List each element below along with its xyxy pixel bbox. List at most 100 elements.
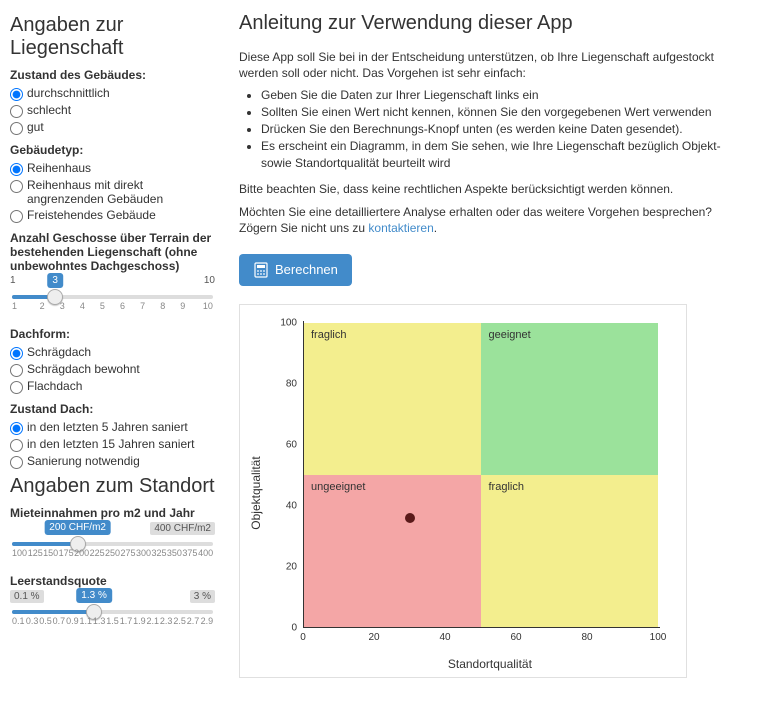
zustand-dach-label: Zustand Dach: — [10, 402, 215, 416]
quadrant-label: ungeeignet — [311, 481, 365, 493]
radio-input[interactable] — [10, 180, 23, 193]
radio-option[interactable]: Sanierung notwendig — [10, 454, 215, 469]
radio-input[interactable] — [10, 210, 23, 223]
y-tick: 80 — [286, 378, 303, 389]
chart-quadrant: fraglich — [303, 323, 481, 476]
radio-option[interactable]: schlecht — [10, 103, 215, 118]
radio-input[interactable] — [10, 381, 23, 394]
quadrant-label: geeignet — [489, 329, 531, 341]
chart-quadrant: fraglich — [481, 475, 659, 628]
sidebar: Angaben zur Liegenschaft Zustand des Geb… — [0, 0, 225, 695]
slider-max-label: 3 % — [190, 590, 215, 603]
radio-label: schlecht — [27, 103, 71, 117]
radio-input[interactable] — [10, 88, 23, 101]
radio-input[interactable] — [10, 439, 23, 452]
radio-label: durchschnittlich — [27, 86, 110, 100]
radio-label: in den letzten 5 Jahren saniert — [27, 420, 188, 434]
slider-min-label: 1 — [10, 275, 16, 286]
radio-label: gut — [27, 120, 44, 134]
geschosse-label: Anzahl Geschosse über Terrain der besteh… — [10, 231, 215, 273]
radio-input[interactable] — [10, 456, 23, 469]
radio-option[interactable]: gut — [10, 120, 215, 135]
radio-option[interactable]: Reihenhaus mit direkt angrenzenden Gebäu… — [10, 178, 215, 206]
radio-input[interactable] — [10, 122, 23, 135]
radio-option[interactable]: Schrägdach bewohnt — [10, 362, 215, 377]
dachform-radiogroup: Schrägdach Schrägdach bewohnt Flachdach — [10, 345, 215, 394]
miete-slider[interactable]: 200 CHF/m2400 CHF/m210012515017520022525… — [10, 524, 215, 566]
slider-max-label: 400 CHF/m2 — [150, 522, 215, 535]
x-axis — [303, 627, 660, 628]
radio-option[interactable]: in den letzten 5 Jahren saniert — [10, 420, 215, 435]
x-tick: 100 — [650, 628, 667, 643]
radio-label: Reihenhaus — [27, 161, 91, 175]
step-item: Es erscheint ein Diagramm, in dem Sie se… — [261, 138, 752, 172]
x-tick: 60 — [510, 628, 521, 643]
quadrant-label: fraglich — [311, 329, 346, 341]
data-point — [405, 513, 415, 523]
slider-max-label: 10 — [204, 275, 215, 286]
typ-radiogroup: Reihenhaus Reihenhaus mit direkt angrenze… — [10, 161, 215, 223]
y-axis-label: Objektqualität — [249, 456, 263, 529]
geschosse-slider[interactable]: 311012345678910 — [10, 277, 215, 319]
zustand-radiogroup: durchschnittlich schlecht gut — [10, 86, 215, 135]
zustand-label: Zustand des Gebäudes: — [10, 68, 215, 82]
radio-option[interactable]: in den letzten 15 Jahren saniert — [10, 437, 215, 452]
berechnen-button[interactable]: Berechnen — [239, 254, 352, 286]
typ-label: Gebäudetyp: — [10, 143, 215, 157]
quadrant-label: fraglich — [489, 481, 524, 493]
x-tick: 40 — [439, 628, 450, 643]
berechnen-label: Berechnen — [275, 262, 338, 277]
dachform-label: Dachform: — [10, 327, 215, 341]
radio-option[interactable]: Flachdach — [10, 379, 215, 394]
slider-ticks: 0.10.30.50.70.91.11.31.51.71.92.12.32.52… — [12, 616, 213, 626]
radio-label: Sanierung notwendig — [27, 454, 140, 468]
page-title: Anleitung zur Verwendung dieser App — [239, 12, 752, 35]
step-item: Geben Sie die Daten zur Ihrer Liegenscha… — [261, 87, 752, 104]
y-axis — [303, 321, 304, 628]
radio-label: Freistehendes Gebäude — [27, 208, 156, 222]
radio-input[interactable] — [10, 422, 23, 435]
slider-value-bubble: 1.3 % — [76, 588, 112, 603]
intro-text: Diese App soll Sie bei in der Entscheidu… — [239, 49, 752, 81]
x-axis-label: Standortqualität — [448, 657, 532, 671]
steps-list: Geben Sie die Daten zur Ihrer Liegenscha… — [261, 87, 752, 171]
radio-label: Schrägdach — [27, 345, 91, 359]
result-chart: Objektqualität Standortqualität fraglich… — [239, 304, 687, 678]
radio-input[interactable] — [10, 364, 23, 377]
x-tick: 80 — [581, 628, 592, 643]
leerstand-slider[interactable]: 1.3 %0.1 %3 %0.10.30.50.70.91.11.31.51.7… — [10, 592, 215, 634]
radio-option[interactable]: Freistehendes Gebäude — [10, 208, 215, 223]
radio-option[interactable]: Schrägdach — [10, 345, 215, 360]
radio-input[interactable] — [10, 163, 23, 176]
x-tick: 20 — [368, 628, 379, 643]
radio-option[interactable]: Reihenhaus — [10, 161, 215, 176]
slider-value-bubble: 3 — [47, 273, 63, 288]
sidebar-section2-title: Angaben zum Standort — [10, 475, 215, 498]
radio-label: Flachdach — [27, 379, 82, 393]
zustand-dach-radiogroup: in den letzten 5 Jahren saniert in den le… — [10, 420, 215, 469]
radio-label: Schrägdach bewohnt — [27, 362, 140, 376]
leerstand-label: Leerstandsquote — [10, 574, 215, 588]
calculator-icon — [253, 262, 269, 278]
chart-quadrant: ungeeignet — [303, 475, 481, 628]
radio-label: Reihenhaus mit direkt angrenzenden Gebäu… — [27, 178, 215, 206]
miete-label: Mieteinnahmen pro m2 und Jahr — [10, 506, 215, 520]
step-item: Drücken Sie den Berechnungs-Knopf unten … — [261, 121, 752, 138]
radio-input[interactable] — [10, 347, 23, 360]
slider-value-bubble: 200 CHF/m2 — [44, 520, 111, 535]
slider-min-label: 0.1 % — [10, 590, 44, 603]
contact-link[interactable]: kontaktieren — [368, 221, 433, 235]
slider-ticks: 12345678910 — [12, 301, 213, 311]
step-item: Sollten Sie einen Wert nicht kennen, kön… — [261, 104, 752, 121]
slider-ticks: 100125150175200225250275300325350375400 — [12, 548, 213, 558]
chart-quadrant: geeignet — [481, 323, 659, 476]
radio-input[interactable] — [10, 105, 23, 118]
y-tick: 60 — [286, 439, 303, 450]
radio-option[interactable]: durchschnittlich — [10, 86, 215, 101]
radio-label: in den letzten 15 Jahren saniert — [27, 437, 194, 451]
plot-area: fraglichgeeignetungeeignetfraglich020406… — [303, 323, 658, 628]
y-tick: 100 — [280, 317, 303, 328]
main-content: Anleitung zur Verwendung dieser App Dies… — [225, 0, 766, 695]
x-tick: 0 — [300, 628, 306, 643]
y-tick: 20 — [286, 561, 303, 572]
